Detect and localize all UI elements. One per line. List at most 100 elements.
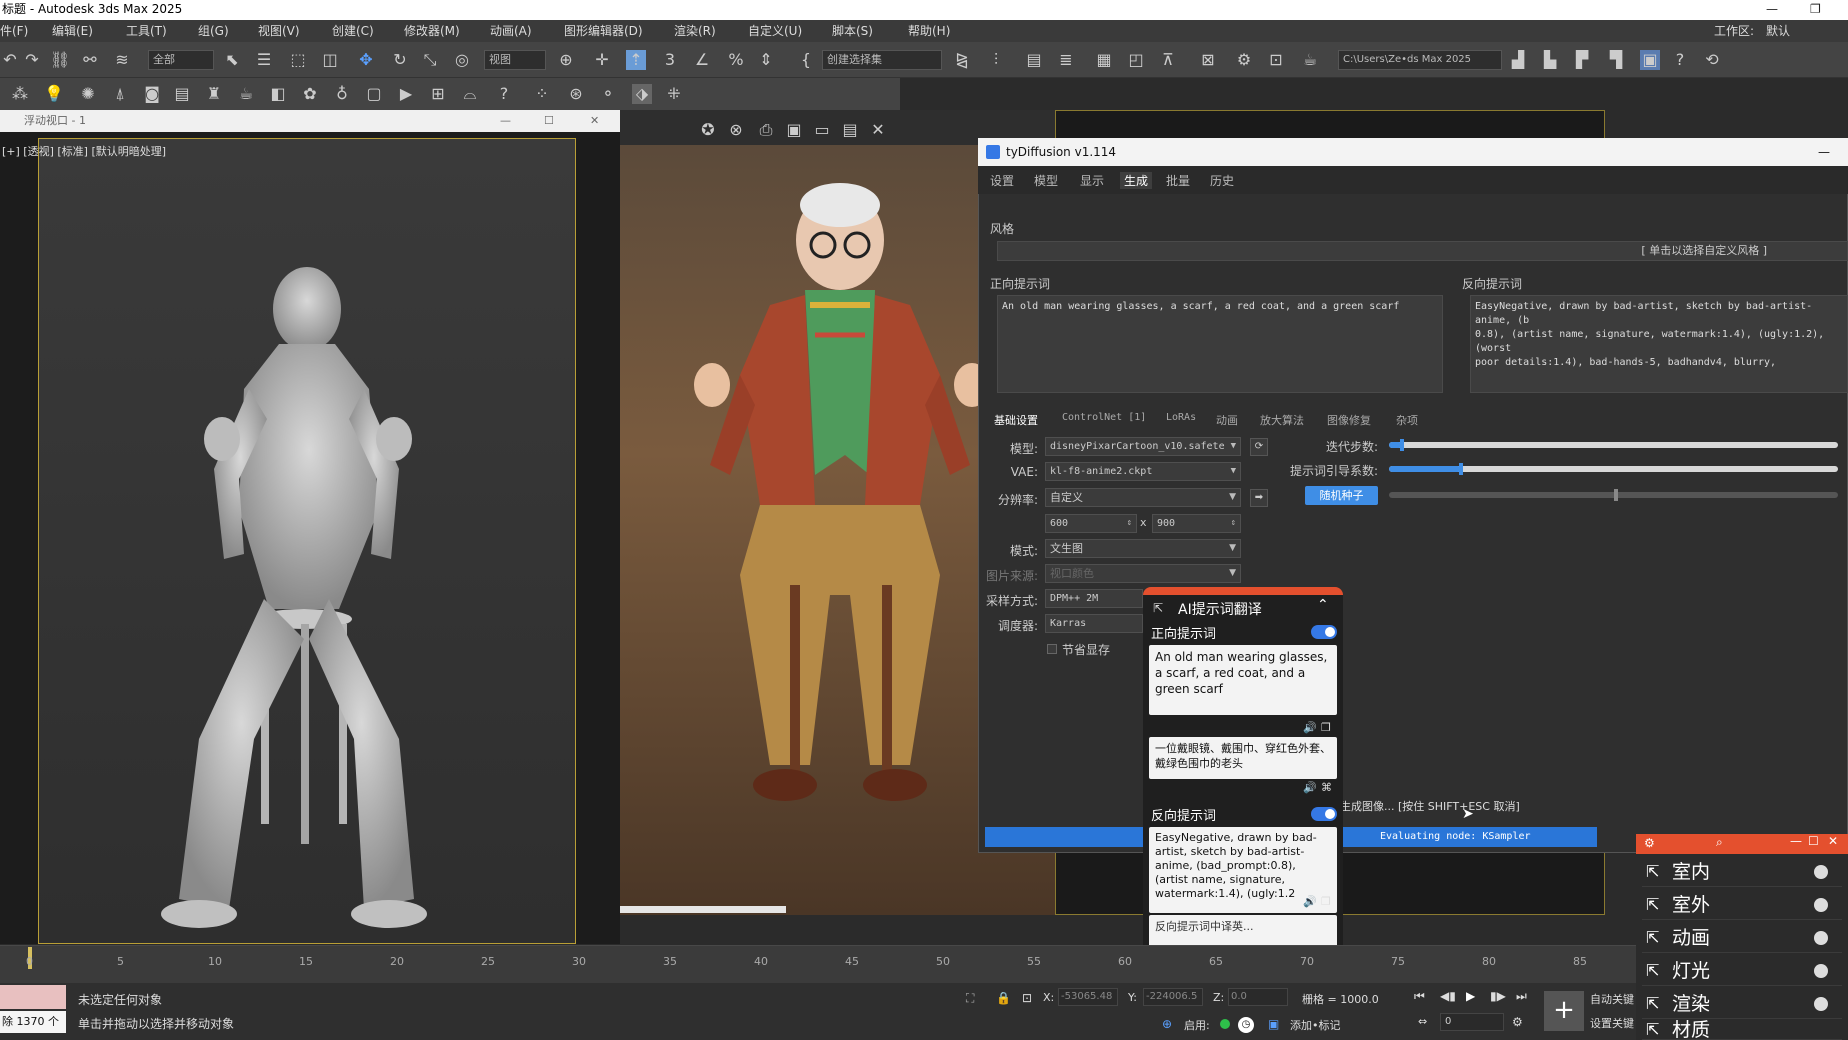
menu-modifiers[interactable]: 修改器(M) [404,20,460,42]
mini-item-material[interactable]: ⇱ 材质 [1642,1020,1842,1040]
sync-icon[interactable]: ⟲ [1702,50,1722,70]
menu-help[interactable]: 帮助(H) [908,20,950,42]
mini-item-dot[interactable] [1814,931,1828,945]
list-icon[interactable]: ▤ [172,84,192,104]
selection-filter-dropdown[interactable]: 全部 [148,50,214,70]
ai-negative-speak-icon[interactable]: 🔊 [1303,895,1317,908]
lock-icon[interactable]: 🔒 [996,991,1011,1005]
mini-item-dot[interactable] [1814,898,1828,912]
project-icon-3[interactable]: ▛ [1572,50,1592,70]
teapot-icon[interactable]: ☕ [236,84,256,104]
film-icon[interactable]: ▶ [396,84,416,104]
grid-icon[interactable]: ⊞ [428,84,448,104]
menu-group[interactable]: 组(G) [198,20,229,42]
mirror-icon[interactable]: ⧎ [952,50,972,70]
mini-item-animation[interactable]: ⇱ 动画 [1642,923,1842,953]
perspective-viewport[interactable] [38,138,576,944]
ai-positive-zh-translate-icon[interactable]: ⌘ [1321,781,1332,794]
select-by-name-icon[interactable]: ☰ [254,50,274,70]
help-circle-icon[interactable]: ? [494,84,514,104]
mini-minimize-icon[interactable]: — [1790,834,1802,848]
mini-item-indoor[interactable]: ⇱ 室内 [1642,857,1842,887]
timer-icon[interactable]: ◷ [1238,1017,1254,1033]
cfg-slider-knob[interactable] [1459,463,1463,475]
palette-icon[interactable]: ✿ [300,84,320,104]
tydiffusion-icon[interactable]: ⬗ [632,84,652,104]
window-crossing-icon[interactable]: ◫ [320,50,340,70]
tree-icon[interactable]: ⍋ [110,84,130,104]
vae-dropdown[interactable]: kl-f8-anime2.ckpt ▼ [1045,462,1241,481]
camera-icon[interactable]: ◙ [142,84,162,104]
help-icon[interactable]: ? [1670,50,1690,70]
menu-graph-editors[interactable]: 图形编辑器(D) [564,20,643,42]
time-config-icon[interactable]: ⚙ [1512,1015,1523,1029]
set-key-big-button[interactable]: + [1544,991,1584,1031]
edit-named-sets-icon[interactable]: { [796,50,816,70]
place-icon[interactable]: ◎ [452,50,472,70]
x-coord-field[interactable]: -53065.48 [1058,988,1118,1006]
mini-item-render[interactable]: ⇱ 渲染 [1642,989,1842,1019]
mini-close-icon[interactable]: ✕ [1828,834,1838,848]
set-key-button[interactable]: 设置关键 [1590,1015,1634,1031]
external-link-icon[interactable]: ⇱ [1153,601,1163,615]
frame-icon[interactable]: ▢ [364,84,384,104]
ai-negative-copy-icon[interactable]: ❐ [1321,895,1331,908]
keyboard-shortcut-override-icon[interactable]: ⇡ [626,50,646,70]
add-time-tag[interactable]: 添加•标记 [1290,1017,1341,1033]
material-editor-icon[interactable]: ⊠ [1198,50,1218,70]
rendered-frame-icon[interactable]: ⊡ [1266,50,1286,70]
rect-selection-icon[interactable]: ⬚ [288,50,308,70]
mini-item-outdoor[interactable]: ⇱ 室外 [1642,890,1842,920]
isolate-icon[interactable]: ⛶ [966,991,974,1006]
steps-slider[interactable] [1389,442,1838,448]
next-frame-icon[interactable]: ▮▶ [1490,989,1506,1003]
subtab-controlnet[interactable]: ControlNet [1] [1062,412,1146,423]
menu-edit[interactable]: 编辑(E) [52,20,93,42]
render-production-icon[interactable]: ☕ [1300,50,1320,70]
menu-tools[interactable]: 工具(T) [126,20,167,42]
restore-icon[interactable]: ❐ [1810,0,1821,18]
maxscript-listener[interactable] [0,985,66,1009]
render-print-icon[interactable]: ⎙ [756,120,776,140]
tab-generate[interactable]: 生成 [1120,172,1153,189]
play-icon[interactable]: ▶ [1466,989,1475,1003]
timeline[interactable] [0,945,1848,983]
select-manipulate-icon[interactable]: ✛ [592,50,612,70]
viewport-minimize-icon[interactable]: — [500,110,511,132]
width-spinner[interactable]: 600 ⇕ [1045,514,1137,533]
box-icon[interactable]: ◧ [268,84,288,104]
tag-icon[interactable]: ▣ [1268,1017,1279,1031]
seed-slider-knob[interactable] [1614,489,1618,501]
subtab-animation[interactable]: 动画 [1216,412,1238,428]
goto-end-icon[interactable]: ⏭ [1516,989,1527,1004]
align-icon[interactable]: ⫶ [986,50,1006,70]
menu-customize[interactable]: 自定义(U) [748,20,802,42]
height-spinner[interactable]: 900 ⇕ [1152,514,1241,533]
ai-positive-zh-speak-icon[interactable]: 🔊 [1303,781,1317,794]
snap-3d-icon[interactable]: 3 [660,50,680,70]
subtab-loras[interactable]: LoRAs [1166,412,1196,423]
subtab-basic[interactable]: 基础设置 [994,412,1038,428]
ref-coord-dropdown[interactable]: 视图 [484,50,546,70]
angle-snap-icon[interactable]: ∠ [692,50,712,70]
tab-batch[interactable]: 批量 [1166,172,1190,189]
absolute-mode-icon[interactable]: ⊡ [1022,991,1032,1005]
vram-checkbox[interactable] [1047,644,1057,654]
ai-positive-en[interactable]: An old man wearing glasses, a scarf, a r… [1149,645,1337,715]
viewport-close-icon[interactable]: ✕ [590,110,599,132]
negative-prompt-input[interactable]: EasyNegative, drawn by bad-artist, sketc… [1470,295,1848,393]
render-close-icon[interactable]: ✕ [868,120,888,140]
viewport-label[interactable]: [+] [透视] [标准] [默认明暗处理] [2,143,166,159]
project-icon-4[interactable]: ▜ [1606,50,1626,70]
pot-icon[interactable]: ⌓ [460,84,480,104]
menu-create[interactable]: 创建(C) [332,20,374,42]
current-frame-field[interactable]: 0 [1440,1013,1504,1031]
goto-start-icon[interactable]: ⏮ [1414,989,1425,1004]
link-icon[interactable]: ⛓ [50,50,70,70]
y-coord-field[interactable]: -224006.5 [1143,988,1203,1006]
spinner-snap-icon[interactable]: ⇕ [756,50,776,70]
search-icon[interactable]: ⌕ [1716,835,1723,850]
ai-negative-toggle[interactable] [1311,807,1337,821]
menu-animation[interactable]: 动画(A) [490,20,532,42]
orbit-icon[interactable]: ⊛ [566,84,586,104]
